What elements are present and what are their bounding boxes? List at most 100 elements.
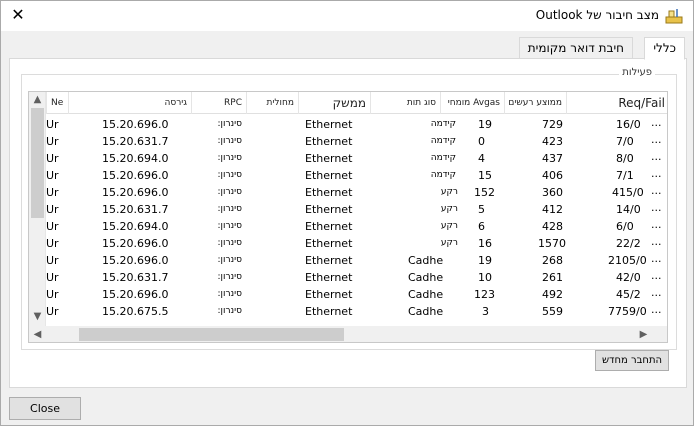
tab-local-mailbox[interactable]: חיבת דואר מקומית (518, 37, 633, 59)
cell-avg-response: 428 (542, 220, 563, 233)
cell-version: 15.20.696.0 (102, 118, 169, 131)
tab-general[interactable]: כללי (644, 37, 685, 60)
scroll-down-icon[interactable]: ▼ (29, 309, 46, 325)
row-expand-dots[interactable]: ... (651, 218, 662, 231)
cell-type: רקע (440, 187, 458, 197)
table-row[interactable]: Ur 15.20.696.0 סינרון: Ethernet Cadhe 12… (46, 286, 667, 303)
cell-ne: Ur (46, 203, 59, 216)
cell-interface: Ethernet (305, 220, 353, 233)
close-icon[interactable]: ✕ (9, 6, 27, 24)
cell-type: קידמה (430, 153, 456, 163)
table-row[interactable]: Ur 15.20.696.0 סינרון: Ethernet קידמה 19… (46, 116, 667, 133)
row-expand-dots[interactable]: ... (651, 201, 662, 214)
row-expand-dots[interactable]: ... (651, 116, 662, 129)
table-row[interactable]: Ur 15.20.696.0 סינרון: Ethernet רקע 152 … (46, 184, 667, 201)
cell-rpc: סינרון: (217, 136, 242, 146)
column-header-type[interactable]: סוג תות (370, 92, 440, 114)
horizontal-scroll-thumb[interactable] (79, 328, 344, 341)
cell-ne: Ur (46, 186, 59, 199)
row-expand-dots[interactable]: ... (651, 252, 662, 265)
cell-avg-response: 261 (542, 271, 563, 284)
cell-rpc: סינרון: (217, 289, 242, 299)
cell-interface: Ethernet (305, 288, 353, 301)
cell-interface: Ethernet (305, 305, 353, 318)
column-header-reqfail[interactable]: Req/Fail (566, 92, 667, 114)
cell-avg-response: 423 (542, 135, 563, 148)
row-expand-dots[interactable]: ... (651, 150, 662, 163)
table-row[interactable]: Ur 15.20.696.0 סינרון: Ethernet רקע 16 1… (46, 235, 667, 252)
outlook-app-icon (665, 7, 685, 25)
cell-avg-server: 152 (474, 186, 495, 199)
cell-version: 15.20.694.0 (102, 152, 169, 165)
activity-group-label: פעילות (619, 67, 655, 78)
cell-ne: Ur (46, 169, 59, 182)
row-expand-dots[interactable]: ... (651, 184, 662, 197)
cell-type: Cadhe (408, 271, 444, 284)
scroll-right-icon[interactable]: ▶ (635, 326, 652, 342)
close-button[interactable]: Close (9, 397, 81, 420)
reconnect-button[interactable]: התחבר מחדש (595, 350, 669, 371)
column-header-version[interactable]: גירסה (68, 92, 191, 114)
column-header-rpc[interactable]: RPC (191, 92, 246, 114)
row-expand-dots[interactable]: ... (651, 133, 662, 146)
cell-rpc: סינרון: (217, 306, 242, 316)
cell-avg-server: 19 (478, 118, 492, 131)
cell-type: Cadhe (408, 305, 444, 318)
cell-ne: Ur (46, 237, 59, 250)
row-expand-dots[interactable]: ... (651, 269, 662, 282)
window-title: מצב חיבור של Outlook (535, 8, 659, 22)
cell-avg-response: 268 (542, 254, 563, 267)
cell-ne: Ur (46, 220, 59, 233)
cell-type: קידמה (430, 170, 456, 180)
cell-avg-response: 437 (542, 152, 563, 165)
vertical-scroll-thumb[interactable] (31, 108, 44, 218)
table-row[interactable]: Ur 15.20.675.5 סינרון: Ethernet Cadhe 3 … (46, 303, 667, 320)
scroll-up-icon[interactable]: ▲ (29, 92, 46, 108)
column-header-ne[interactable]: Ne (46, 92, 68, 114)
table-row[interactable]: Ur 15.20.694.0 סינרון: Ethernet רקע 6 42… (46, 218, 667, 235)
cell-avg-server: 6 (478, 220, 485, 233)
table-row[interactable]: Ur 15.20.696.0 סינרון: Ethernet Cadhe 19… (46, 252, 667, 269)
cell-rpc: סינרון: (217, 170, 242, 180)
cell-ne: Ur (46, 305, 59, 318)
cell-version: 15.20.694.0 (102, 220, 169, 233)
cell-interface: Ethernet (305, 203, 353, 216)
table-row[interactable]: Ur 15.20.696.0 סינרון: Ethernet קידמה 15… (46, 167, 667, 184)
cell-version: 15.20.675.5 (102, 305, 169, 318)
cell-interface: Ethernet (305, 118, 353, 131)
cell-avg-server: 3 (482, 305, 489, 318)
horizontal-scrollbar[interactable]: ◀ ▶ (29, 326, 667, 342)
row-expand-dots[interactable]: ... (651, 286, 662, 299)
row-expand-dots[interactable]: ... (651, 235, 662, 248)
vertical-scrollbar[interactable]: ▲ ▼ (29, 92, 46, 326)
column-header-avg-server[interactable]: Avgas מומחי (440, 92, 504, 114)
table-row[interactable]: Ur 15.20.631.7 סינרון: Ethernet רקע 5 41… (46, 201, 667, 218)
table-row[interactable]: Ur 15.20.631.7 סינרון: Ethernet Cadhe 10… (46, 269, 667, 286)
column-header-avg-response[interactable]: ממוצע רעשים (504, 92, 566, 114)
cell-type: Cadhe (408, 254, 444, 267)
cell-interface: Ethernet (305, 237, 353, 250)
cell-avg-response: 492 (542, 288, 563, 301)
cell-rpc: סינרון: (217, 153, 242, 163)
column-header-protocol[interactable]: מחולית (246, 92, 298, 114)
table-row[interactable]: Ur 15.20.631.7 סינרון: Ethernet קידמה 0 … (46, 133, 667, 150)
cell-rpc: סינרון: (217, 204, 242, 214)
cell-avg-server: 0 (478, 135, 485, 148)
cell-version: 15.20.696.0 (102, 186, 169, 199)
cell-avg-response: 412 (542, 203, 563, 216)
row-expand-dots[interactable]: ... (651, 303, 662, 316)
scroll-left-icon[interactable]: ◀ (29, 326, 46, 342)
cell-avg-response: 559 (542, 305, 563, 318)
cell-ne: Ur (46, 271, 59, 284)
cell-rpc: סינרון: (217, 238, 242, 248)
table-row[interactable]: Ur 15.20.694.0 סינרון: Ethernet קידמה 4 … (46, 150, 667, 167)
cell-ne: Ur (46, 254, 59, 267)
cell-type: רקע (440, 238, 458, 248)
tab-strip: כללי חיבת דואר מקומית (1, 37, 693, 60)
cell-version: 15.20.696.0 (102, 237, 169, 250)
connections-grid[interactable]: ▲ ▼ Ne גירסה RPC מחולית ממשק סוג תות Avg… (28, 91, 668, 343)
cell-avg-server: 5 (478, 203, 485, 216)
cell-ne: Ur (46, 152, 59, 165)
column-header-interface[interactable]: ממשק (298, 92, 370, 114)
row-expand-dots[interactable]: ... (651, 167, 662, 180)
